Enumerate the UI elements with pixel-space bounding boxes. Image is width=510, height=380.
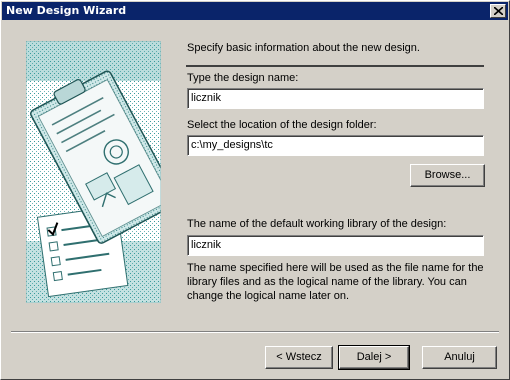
close-icon xyxy=(494,7,503,15)
window-title: New Design Wizard xyxy=(6,4,127,17)
clipboard-illustration xyxy=(26,41,161,303)
back-button[interactable]: < Wstecz xyxy=(265,346,333,369)
design-name-label: Type the design name: xyxy=(187,72,299,84)
footer-separator xyxy=(11,331,499,333)
cancel-button[interactable]: Anuluj xyxy=(422,346,497,369)
design-name-input[interactable]: licznik xyxy=(187,88,484,109)
wizard-window: New Design Wizard Specify basic informat… xyxy=(0,0,510,380)
next-button[interactable]: Dalej > xyxy=(338,345,410,370)
clipboard-icon xyxy=(26,41,161,303)
browse-button[interactable]: Browse... xyxy=(410,164,485,187)
intro-text: Specify basic information about the new … xyxy=(187,42,420,54)
title-bar[interactable]: New Design Wizard xyxy=(2,2,508,20)
location-label: Select the location of the design folder… xyxy=(187,119,377,131)
library-description: The name specified here will be used as … xyxy=(187,262,484,302)
location-input[interactable]: c:\my_designs\tc xyxy=(187,135,484,156)
header-separator xyxy=(186,65,484,67)
close-button[interactable] xyxy=(490,4,506,18)
library-input[interactable]: licznik xyxy=(187,235,484,256)
library-label: The name of the default working library … xyxy=(187,218,447,230)
